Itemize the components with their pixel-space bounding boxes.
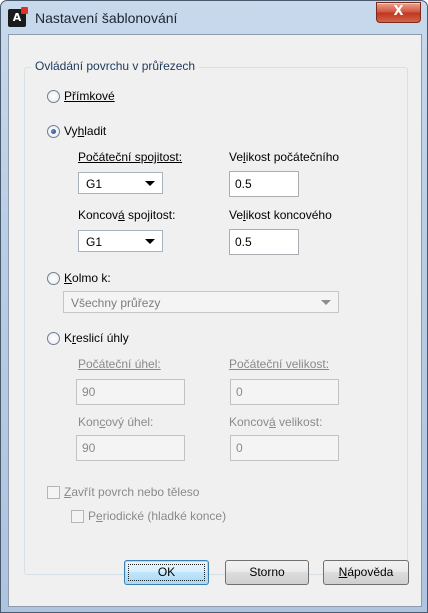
end-magnitude-input[interactable]: 0.5 [229,229,299,255]
ok-button[interactable]: OK [124,560,209,585]
cancel-button[interactable]: Storno [225,560,309,585]
start-draft-magnitude-label: Počáteční velikost: [229,357,330,371]
focus-rectangle [128,564,205,581]
normal-to-select[interactable]: Všechny průřezy [63,291,339,313]
end-angle-input[interactable]: 90 [76,435,185,461]
start-continuity-value: G1 [86,177,103,191]
end-angle-label: Koncový úhel: [78,415,154,429]
start-continuity-select[interactable]: G1 [78,172,163,194]
smooth-fit-radio[interactable] [47,125,60,138]
help-button[interactable]: Nápověda [323,560,409,585]
close-button[interactable]: X [376,2,421,23]
title-bar: A Nastavení šablonování X [1,1,427,35]
end-continuity-label: Koncová spojitost: [78,208,176,222]
start-angle-label: Počáteční úhel: [78,357,161,371]
app-icon: A [8,7,28,27]
dialog-window: A Nastavení šablonování X Ovládání povrc… [0,0,428,613]
chevron-down-icon [321,300,331,305]
end-continuity-value: G1 [86,235,103,249]
draft-angles-label[interactable]: Kreslicí úhly [64,331,129,345]
window-title: Nastavení šablonování [35,10,178,26]
close-surface-checkbox[interactable] [47,486,60,499]
ruled-label[interactable]: Přímkové [64,89,115,103]
smooth-fit-label[interactable]: Vyhladit [64,124,106,138]
periodic-label[interactable]: Periodické (hladké konce) [88,509,226,523]
group-title: Ovládání povrchu v průřezech [31,59,200,73]
end-draft-magnitude-label: Koncová velikost: [229,415,323,429]
normal-to-label[interactable]: Kolmo k: [64,271,111,285]
close-surface-label[interactable]: Zavřít povrch nebo těleso [64,485,199,499]
chevron-down-icon [145,181,155,186]
end-continuity-select[interactable]: G1 [78,230,163,252]
periodic-checkbox[interactable] [71,510,84,523]
dialog-client: Ovládání povrchu v průřezech Přímkové Vy… [8,34,422,607]
end-draft-magnitude-input[interactable]: 0 [230,435,339,461]
start-continuity-label: Počáteční spojitost: [78,150,183,164]
draft-angles-radio[interactable] [47,332,60,345]
end-magnitude-label: Velikost koncového [229,208,332,222]
start-magnitude-label: Velikost počátečního [229,150,340,164]
start-angle-input[interactable]: 90 [76,379,185,405]
normal-to-value: Všechny průřezy [71,296,161,310]
start-magnitude-input[interactable]: 0.5 [229,171,299,197]
normal-to-radio[interactable] [47,272,60,285]
chevron-down-icon [145,239,155,244]
start-draft-magnitude-input[interactable]: 0 [230,379,339,405]
ruled-radio[interactable] [47,90,60,103]
